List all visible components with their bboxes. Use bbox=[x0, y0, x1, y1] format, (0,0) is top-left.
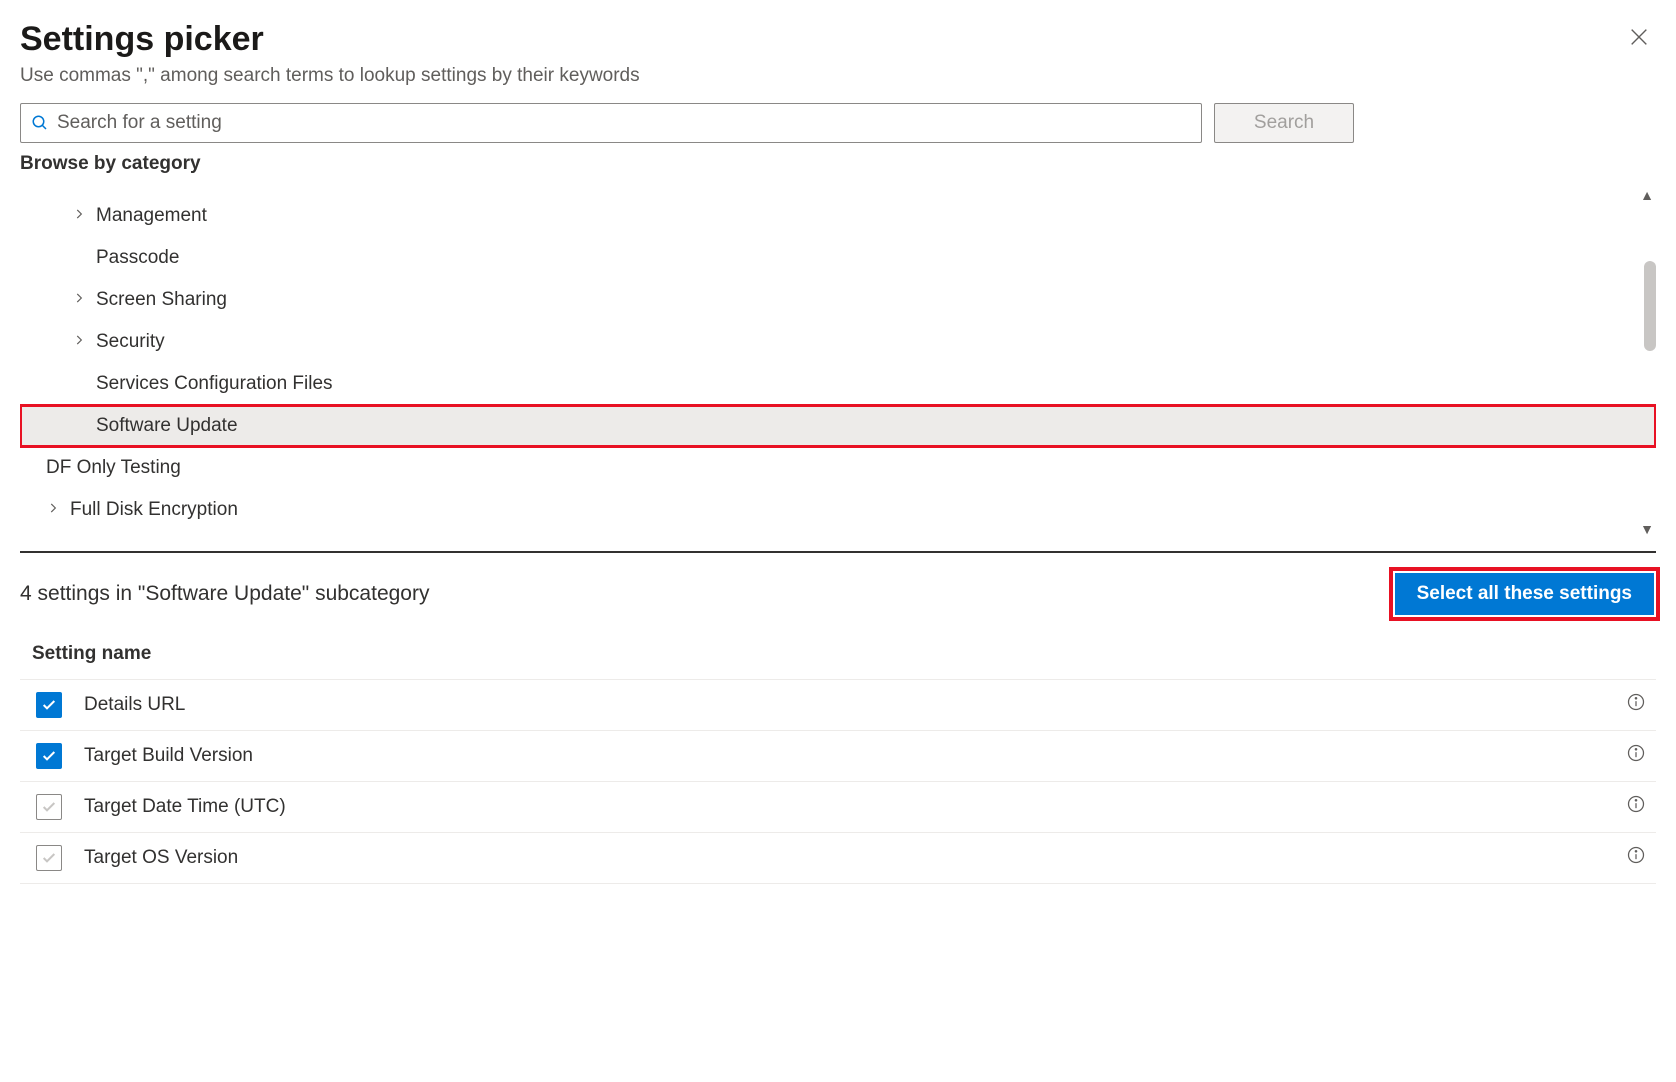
settings-list: Details URL Target Build Version Target Da… bbox=[20, 679, 1656, 884]
category-label: Services Configuration Files bbox=[96, 373, 333, 395]
category-item[interactable]: Management bbox=[20, 195, 1656, 237]
category-item[interactable]: Security bbox=[20, 321, 1656, 363]
category-item[interactable]: DF Only Testing bbox=[20, 447, 1656, 489]
chevron-right-icon bbox=[72, 331, 96, 353]
search-box[interactable] bbox=[20, 103, 1202, 143]
chevron-right-icon bbox=[72, 289, 96, 311]
setting-label: Target Date Time (UTC) bbox=[84, 796, 1626, 818]
search-icon bbox=[31, 114, 49, 132]
category-item[interactable]: Screen Sharing bbox=[20, 279, 1656, 321]
category-tree: Management Passcode Screen Sharing Security… bbox=[20, 183, 1656, 553]
setting-label: Target OS Version bbox=[84, 847, 1626, 869]
search-input[interactable] bbox=[49, 112, 1191, 134]
setting-row[interactable]: Target Date Time (UTC) bbox=[20, 781, 1656, 832]
category-label: Security bbox=[96, 331, 165, 353]
category-label: Passcode bbox=[96, 247, 179, 269]
setting-label: Target Build Version bbox=[84, 745, 1626, 767]
setting-checkbox[interactable] bbox=[36, 692, 62, 718]
select-all-highlight: Select all these settings bbox=[1393, 571, 1656, 617]
scrollbar-thumb[interactable] bbox=[1644, 261, 1656, 351]
setting-row[interactable]: Target OS Version bbox=[20, 832, 1656, 884]
info-icon[interactable] bbox=[1626, 845, 1646, 871]
category-item[interactable]: Services Configuration Files bbox=[20, 363, 1656, 405]
chevron-right-icon bbox=[46, 499, 70, 521]
scroll-up-arrow-icon[interactable]: ▲ bbox=[1640, 187, 1654, 203]
select-all-button[interactable]: Select all these settings bbox=[1395, 573, 1654, 615]
category-label: Management bbox=[96, 205, 207, 227]
setting-checkbox[interactable] bbox=[36, 743, 62, 769]
close-button[interactable] bbox=[1622, 20, 1656, 57]
category-label: Screen Sharing bbox=[96, 289, 227, 311]
category-label: Software Update bbox=[96, 415, 238, 437]
setting-row[interactable]: Details URL bbox=[20, 679, 1656, 730]
category-label: Full Disk Encryption bbox=[70, 499, 238, 521]
category-item[interactable]: Passcode bbox=[20, 237, 1656, 279]
setting-row[interactable]: Target Build Version bbox=[20, 730, 1656, 781]
scroll-down-arrow-icon[interactable]: ▼ bbox=[1640, 521, 1654, 537]
close-icon bbox=[1628, 26, 1650, 48]
page-subtitle: Use commas "," among search terms to loo… bbox=[20, 65, 640, 87]
setting-checkbox[interactable] bbox=[36, 845, 62, 871]
setting-name-column-header: Setting name bbox=[20, 635, 1656, 679]
info-icon[interactable] bbox=[1626, 794, 1646, 820]
category-item[interactable]: Full Disk Encryption bbox=[20, 489, 1656, 531]
category-item[interactable]: Software Update bbox=[20, 405, 1656, 447]
info-icon[interactable] bbox=[1626, 692, 1646, 718]
page-title: Settings picker bbox=[20, 20, 640, 59]
chevron-right-icon bbox=[72, 205, 96, 227]
info-icon[interactable] bbox=[1626, 743, 1646, 769]
setting-checkbox[interactable] bbox=[36, 794, 62, 820]
setting-label: Details URL bbox=[84, 694, 1626, 716]
subcategory-count: 4 settings in "Software Update" subcateg… bbox=[20, 582, 429, 606]
search-button[interactable]: Search bbox=[1214, 103, 1354, 143]
browse-by-category-label: Browse by category bbox=[20, 153, 1656, 175]
category-label: DF Only Testing bbox=[46, 457, 181, 479]
